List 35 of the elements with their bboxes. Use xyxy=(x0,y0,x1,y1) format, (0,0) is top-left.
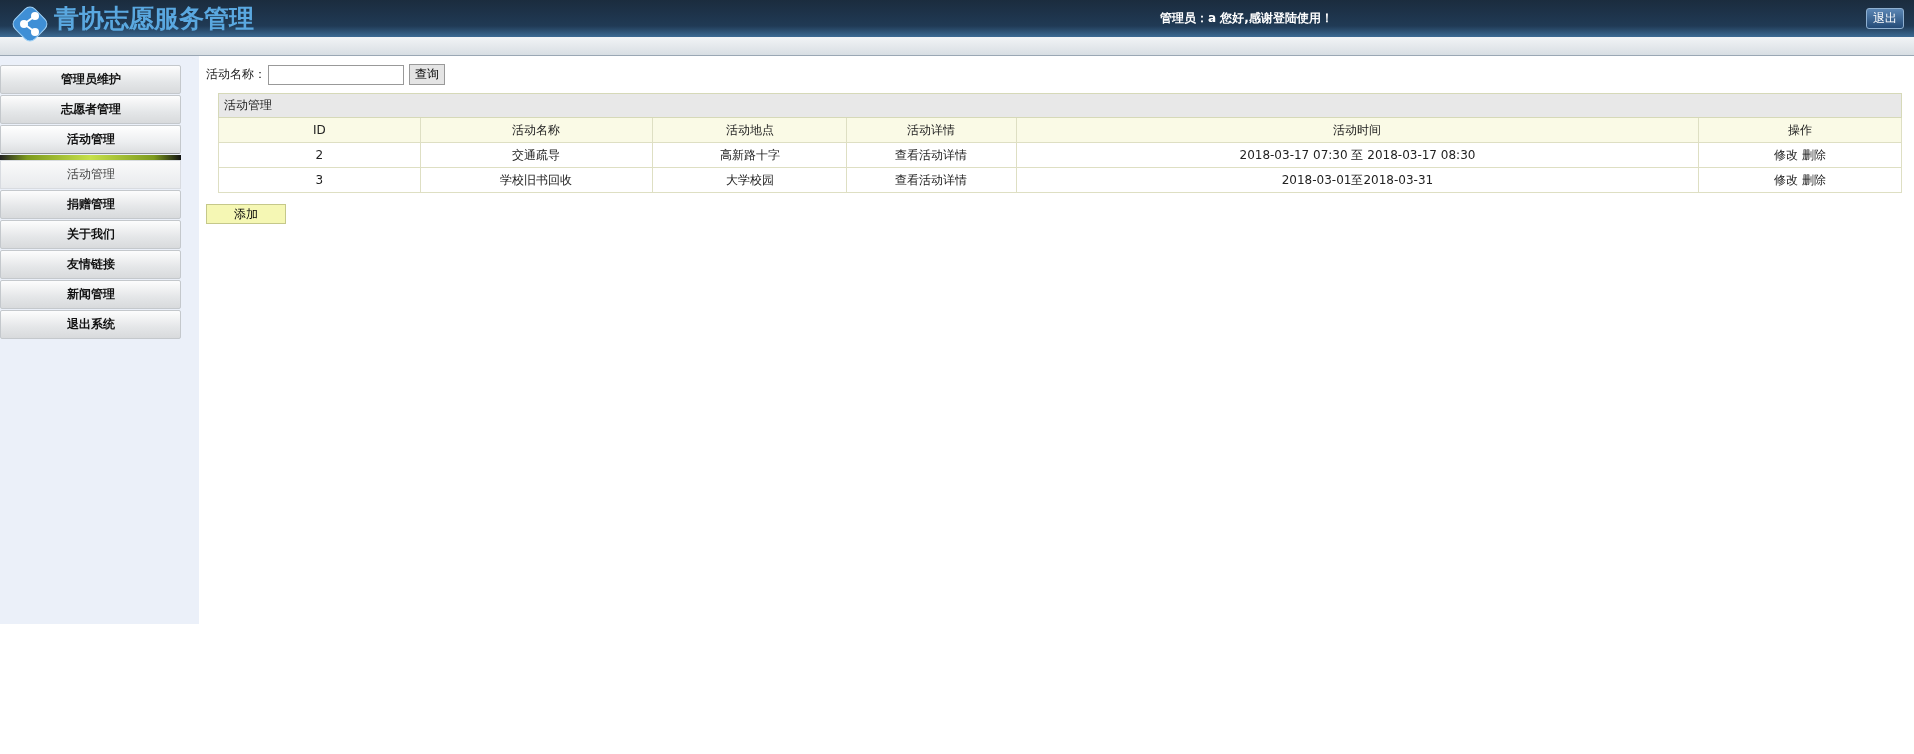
menu-item[interactable]: 新闻管理 xyxy=(0,280,181,309)
menu-item[interactable]: 活动管理 xyxy=(0,125,181,154)
column-header: 活动时间 xyxy=(1016,117,1699,143)
table-cell: 高新路十字 xyxy=(652,142,847,168)
table-cell: 大学校园 xyxy=(652,167,847,193)
search-field[interactable] xyxy=(268,64,404,85)
menu-item[interactable]: 捐赠管理 xyxy=(0,190,181,219)
menu-item[interactable]: 友情链接 xyxy=(0,250,181,279)
add-button[interactable]: 添加 xyxy=(206,204,286,224)
menu-item[interactable]: 退出系统 xyxy=(0,310,181,339)
welcome-text: 管理员：a 您好,感谢登陆使用！ xyxy=(1160,10,1334,27)
delete-link[interactable]: 删除 xyxy=(1801,147,1826,162)
delete-link[interactable]: 删除 xyxy=(1801,172,1826,187)
search-label: 活动名称： xyxy=(206,66,266,83)
menu-item[interactable]: 志愿者管理 xyxy=(0,95,181,124)
column-header: 操作 xyxy=(1698,117,1902,143)
table-cell: 2 xyxy=(218,142,421,168)
table-cell: 3 xyxy=(218,167,421,193)
menu-item[interactable]: 管理员维护 xyxy=(0,65,181,94)
table-cell: 2018-03-01至2018-03-31 xyxy=(1016,167,1699,193)
edit-link[interactable]: 修改 xyxy=(1774,172,1799,187)
menu-item[interactable]: 关于我们 xyxy=(0,220,181,249)
table-title: 活动管理 xyxy=(218,93,1902,118)
table-cell: 交通疏导 xyxy=(420,142,653,168)
query-button[interactable]: 查询 xyxy=(409,64,445,85)
table-cell: 学校旧书回收 xyxy=(420,167,653,193)
column-header: 活动地点 xyxy=(652,117,847,143)
column-header: 活动详情 xyxy=(846,117,1017,143)
table-cell: 2018-03-17 07:30 至 2018-03-17 08:30 xyxy=(1016,142,1699,168)
edit-link[interactable]: 修改 xyxy=(1774,147,1799,162)
submenu-item[interactable]: 活动管理 xyxy=(0,160,181,189)
column-header: 活动名称 xyxy=(420,117,653,143)
column-header: ID xyxy=(218,117,421,143)
logout-button[interactable]: 退出 xyxy=(1866,8,1904,29)
app-title: 青协志愿服务管理 xyxy=(54,3,254,35)
